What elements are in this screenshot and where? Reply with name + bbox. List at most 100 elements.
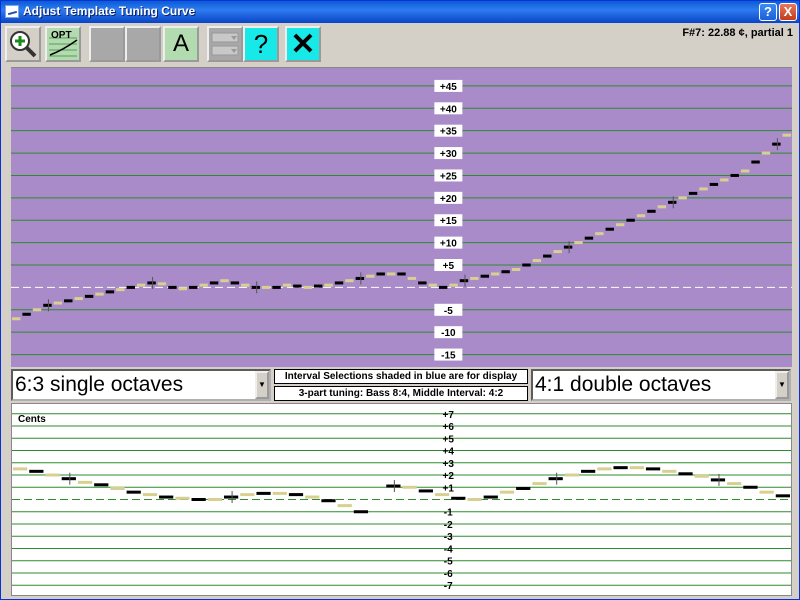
tuning-curve-chart[interactable]: +45 +40 +35 +30 +25 +20 +15 +10 +5 -5 -10 -15 bbox=[11, 67, 792, 367]
data-point[interactable] bbox=[428, 283, 437, 287]
data-point[interactable] bbox=[313, 284, 323, 288]
data-point[interactable] bbox=[241, 283, 250, 287]
data-point[interactable] bbox=[597, 467, 612, 471]
data-point[interactable] bbox=[147, 281, 156, 285]
data-point[interactable] bbox=[105, 290, 115, 294]
data-point[interactable] bbox=[199, 283, 208, 287]
data-point[interactable] bbox=[743, 485, 758, 489]
data-point[interactable] bbox=[418, 489, 433, 493]
data-point[interactable] bbox=[553, 250, 562, 254]
data-point[interactable] bbox=[499, 490, 515, 494]
data-point[interactable] bbox=[564, 473, 580, 477]
data-point[interactable] bbox=[230, 281, 240, 285]
data-point[interactable] bbox=[272, 285, 281, 289]
data-point[interactable] bbox=[626, 218, 635, 222]
data-point[interactable] bbox=[516, 486, 531, 490]
data-point[interactable] bbox=[615, 223, 625, 227]
data-point[interactable] bbox=[574, 241, 583, 245]
data-point[interactable] bbox=[688, 191, 698, 195]
data-point[interactable] bbox=[532, 259, 542, 263]
optimize-button[interactable]: OPT bbox=[45, 26, 81, 62]
data-point[interactable] bbox=[522, 263, 531, 267]
data-point[interactable] bbox=[662, 469, 677, 473]
data-point[interactable] bbox=[727, 482, 742, 486]
data-point[interactable] bbox=[209, 281, 219, 285]
data-point[interactable] bbox=[345, 279, 354, 283]
data-point[interactable] bbox=[53, 301, 63, 305]
data-point[interactable] bbox=[84, 294, 94, 298]
tuning-curve-plot[interactable]: +45 +40 +35 +30 +25 +20 +15 +10 +5 -5 -10 -15 bbox=[11, 68, 792, 368]
data-point[interactable] bbox=[563, 245, 573, 249]
data-point[interactable] bbox=[126, 490, 141, 494]
data-point[interactable] bbox=[324, 283, 333, 287]
data-point[interactable] bbox=[142, 493, 158, 497]
data-point[interactable] bbox=[94, 483, 109, 487]
data-point[interactable] bbox=[668, 200, 677, 204]
data-point[interactable] bbox=[240, 493, 255, 497]
data-point[interactable] bbox=[613, 466, 628, 470]
data-point[interactable] bbox=[761, 151, 771, 155]
data-point[interactable] bbox=[74, 297, 83, 301]
data-point[interactable] bbox=[645, 467, 661, 471]
data-point[interactable] bbox=[605, 227, 614, 231]
title-bar[interactable]: Adjust Template Tuning Curve ? X bbox=[1, 1, 799, 23]
data-point[interactable] bbox=[467, 498, 482, 501]
data-point[interactable] bbox=[116, 288, 125, 292]
data-point[interactable] bbox=[402, 485, 417, 489]
a-reference-button[interactable]: A bbox=[163, 26, 199, 62]
data-point[interactable] bbox=[168, 285, 177, 289]
data-point[interactable] bbox=[353, 510, 369, 514]
data-point[interactable] bbox=[407, 276, 417, 280]
data-point[interactable] bbox=[459, 279, 469, 283]
data-point[interactable] bbox=[305, 495, 320, 499]
data-point[interactable] bbox=[45, 473, 60, 477]
chevron-down-icon[interactable]: ▼ bbox=[255, 371, 269, 399]
interval-toggle-button[interactable] bbox=[207, 26, 243, 62]
data-point[interactable] bbox=[366, 274, 375, 278]
cents-deviation-plot[interactable]: +7+6+5 +4+3+2+1 -1-2-3-4 -5-6-7 bbox=[12, 404, 791, 595]
data-point[interactable] bbox=[64, 299, 73, 303]
data-point[interactable] bbox=[272, 491, 287, 495]
data-point[interactable] bbox=[334, 281, 344, 285]
data-point[interactable] bbox=[751, 160, 760, 164]
data-point[interactable] bbox=[720, 178, 729, 182]
title-help-button[interactable]: ? bbox=[759, 3, 777, 21]
data-point[interactable] bbox=[629, 466, 644, 470]
data-point[interactable] bbox=[337, 504, 352, 508]
data-point[interactable] bbox=[126, 285, 135, 289]
data-point[interactable] bbox=[321, 499, 336, 503]
right-interval-select[interactable]: 4:1 double octaves ▼ bbox=[531, 369, 791, 401]
data-point[interactable] bbox=[175, 496, 190, 500]
data-point[interactable] bbox=[159, 495, 174, 499]
data-point[interactable] bbox=[772, 142, 781, 146]
data-point[interactable] bbox=[77, 480, 93, 484]
data-point[interactable] bbox=[657, 205, 667, 209]
data-point[interactable] bbox=[678, 196, 687, 200]
data-point[interactable] bbox=[12, 317, 21, 321]
data-point[interactable] bbox=[480, 274, 490, 278]
data-point[interactable] bbox=[709, 182, 719, 186]
data-point[interactable] bbox=[548, 477, 563, 481]
data-point[interactable] bbox=[288, 493, 304, 497]
data-point[interactable] bbox=[418, 281, 427, 285]
data-point[interactable] bbox=[470, 276, 479, 280]
data-point[interactable] bbox=[29, 469, 44, 473]
data-point[interactable] bbox=[710, 478, 726, 482]
data-point[interactable] bbox=[451, 496, 466, 500]
data-point[interactable] bbox=[775, 494, 790, 498]
data-point[interactable] bbox=[220, 279, 229, 283]
data-point[interactable] bbox=[157, 282, 167, 286]
data-point[interactable] bbox=[43, 303, 52, 307]
data-point[interactable] bbox=[730, 173, 739, 177]
data-point[interactable] bbox=[293, 284, 302, 288]
data-point[interactable] bbox=[636, 214, 646, 218]
data-point[interactable] bbox=[22, 312, 31, 316]
data-point[interactable] bbox=[595, 232, 604, 236]
data-point[interactable] bbox=[223, 495, 239, 499]
data-point[interactable] bbox=[376, 272, 385, 276]
data-point[interactable] bbox=[303, 285, 312, 289]
data-point[interactable] bbox=[178, 287, 188, 291]
data-point[interactable] bbox=[207, 498, 222, 501]
data-point[interactable] bbox=[501, 270, 510, 274]
data-point[interactable] bbox=[740, 169, 750, 173]
